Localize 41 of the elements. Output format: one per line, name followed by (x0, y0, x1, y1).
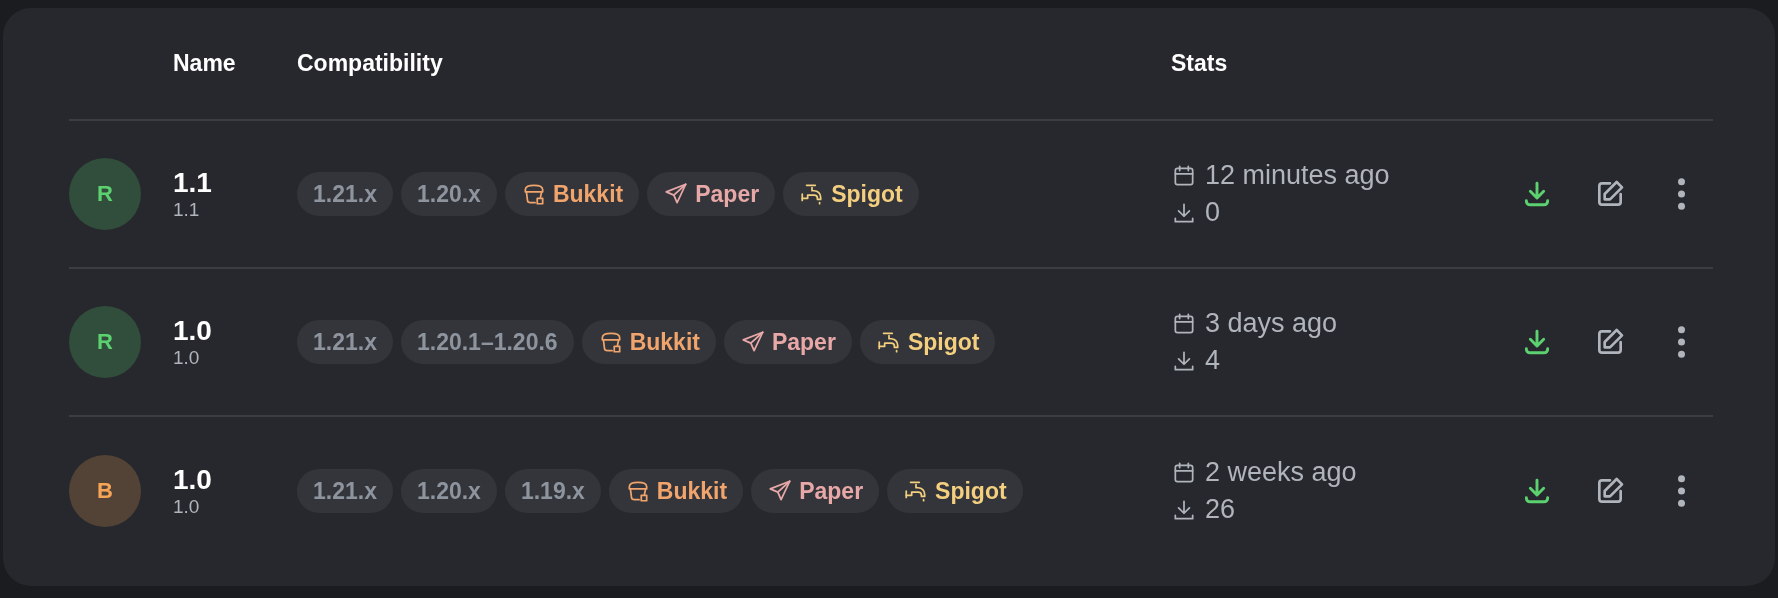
version-number: 1.0 (173, 496, 201, 518)
published-time: 2 weeks ago (1205, 457, 1357, 488)
more-icon (1678, 178, 1685, 210)
loader-tag: Bukkit (581, 320, 716, 364)
column-header: Stats (1171, 50, 1229, 77)
version-name: 1.0 (173, 464, 213, 496)
column-header: Name (173, 50, 237, 77)
version-tag: 1.20.x (400, 172, 497, 216)
published-time: 3 days ago (1205, 308, 1338, 339)
version-tag: 1.21.x (297, 172, 393, 216)
loader-tag: Spigot (887, 469, 1023, 513)
loader-tag: Paper (751, 469, 880, 513)
version-tag: 1.20.x (400, 469, 497, 513)
column-header: Compatibility (297, 50, 444, 77)
loader-tag: Paper (647, 172, 776, 216)
calendar-icon (1171, 459, 1197, 486)
version-tag: 1.20.1–1.20.6 (400, 320, 574, 364)
version-tag: 1.19.x (504, 469, 601, 513)
version-number: 1.1 (173, 199, 201, 221)
loader-tag: Spigot (783, 172, 919, 216)
version-tag: 1.21.x (297, 469, 393, 513)
faucet-icon (875, 329, 902, 355)
download-count: 4 (1205, 345, 1221, 376)
loader-tag: Bukkit (608, 469, 744, 513)
more-icon (1678, 475, 1685, 507)
calendar-icon (1171, 162, 1197, 189)
avatar-letter: R (97, 329, 113, 355)
loader-tag: Paper (723, 320, 852, 364)
loader-tag: Bukkit (504, 172, 640, 216)
avatar-letter: R (97, 181, 113, 207)
version-name: 1.1 (173, 167, 213, 199)
more-icon (1678, 326, 1685, 358)
avatar-letter: B (97, 478, 113, 504)
published-time: 12 minutes ago (1205, 160, 1390, 191)
download-count: 26 (1205, 494, 1236, 525)
version-name: 1.0 (173, 315, 213, 347)
download-count: 0 (1205, 197, 1221, 228)
calendar-icon (1171, 310, 1197, 337)
version-number: 1.0 (173, 347, 201, 369)
version-tag: 1.21.x (297, 320, 393, 364)
loader-tag: Spigot (859, 320, 996, 364)
